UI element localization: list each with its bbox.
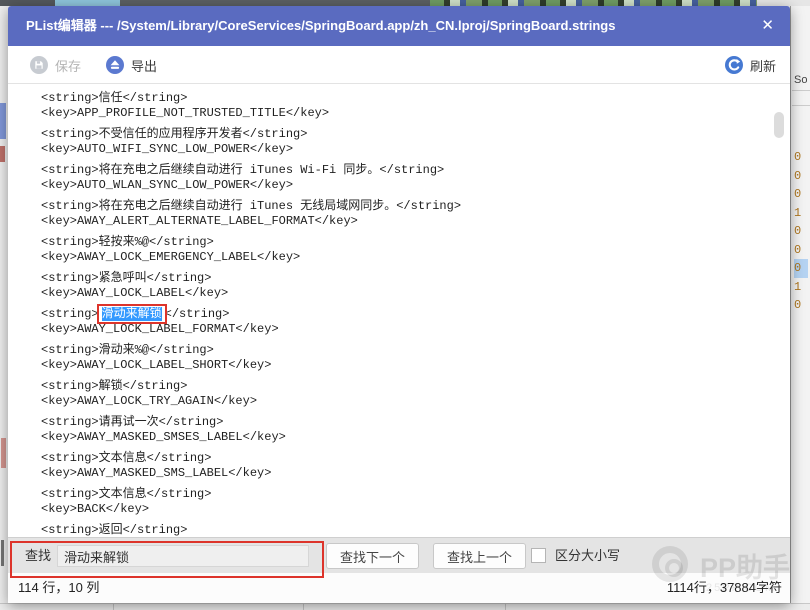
code-line: <string>滑动来%@</string> xyxy=(41,340,790,358)
case-sensitive-checkbox[interactable] xyxy=(531,548,546,563)
background-column-divider xyxy=(303,604,304,610)
code-line: <key>AWAY_ALERT_ALTERNATE_LABEL_FORMAT</… xyxy=(41,214,790,232)
code-line: <key>AWAY_MASKED_SMSES_LABEL</key> xyxy=(41,430,790,448)
save-label: 保存 xyxy=(55,56,81,75)
code-line: <key>AWAY_LOCK_LABEL_SHORT</key> xyxy=(41,358,790,376)
search-bar: 查找 查找下一个 查找上一个 区分大小写 xyxy=(8,537,790,573)
code-line: <key>AWAY_LOCK_LABEL</key> xyxy=(41,286,790,304)
code-line: <string>返回</string> xyxy=(41,520,790,537)
close-icon[interactable]: ✕ xyxy=(761,6,774,46)
code-line: <string>不受信任的应用程序开发者</string> xyxy=(41,124,790,142)
background-digit: 0 xyxy=(794,167,808,186)
export-button[interactable]: 导出 xyxy=(106,46,157,84)
background-window-fragment xyxy=(1,540,4,566)
refresh-button[interactable]: 刷新 xyxy=(725,46,776,84)
code-line: <key>AWAY_LOCK_EMERGENCY_LABEL</key> xyxy=(41,250,790,268)
background-digit: 0 xyxy=(794,148,808,167)
background-row-divider xyxy=(792,90,810,91)
code-area[interactable]: <string>信任</string><key>APP_PROFILE_NOT_… xyxy=(8,84,790,537)
background-digit: 0 xyxy=(794,296,808,315)
selected-match-text: 滑动来解锁 xyxy=(102,307,162,321)
code-line: <string>信任</string> xyxy=(41,88,790,106)
find-next-button[interactable]: 查找下一个 xyxy=(326,543,419,569)
background-window-fragment xyxy=(0,103,6,139)
code-line: <key>AUTO_WIFI_SYNC_LOW_POWER</key> xyxy=(41,142,790,160)
background-digit: 1 xyxy=(794,204,808,223)
cursor-position: 114 行，10 列 xyxy=(18,573,99,603)
code-line: <string>文本信息</string> xyxy=(41,484,790,502)
case-sensitive-label: 区分大小写 xyxy=(555,538,620,574)
code-line: <key>AUTO_WLAN_SYNC_LOW_POWER</key> xyxy=(41,178,790,196)
export-icon xyxy=(106,56,124,74)
background-window-fragment xyxy=(1,438,6,468)
code-line: <string>滑动来解锁</string> xyxy=(41,304,790,322)
background-bottom-strip xyxy=(0,603,810,610)
background-digit: 0 xyxy=(794,185,808,204)
find-prev-button[interactable]: 查找上一个 xyxy=(433,543,526,569)
background-digit: 0 xyxy=(794,259,808,278)
background-column-divider xyxy=(505,604,506,610)
save-button[interactable]: 保存 xyxy=(30,46,81,84)
code-line: <string>轻按来%@</string> xyxy=(41,232,790,250)
status-bar: 114 行，10 列 1114行，37884字符 xyxy=(8,573,790,603)
background-text-fragment: So xyxy=(794,74,807,86)
code-line: <string>请再试一次</string> xyxy=(41,412,790,430)
background-digit: 0 xyxy=(794,241,808,260)
background-right-panel: So 000100010 xyxy=(790,6,810,603)
match-annotation-box: 滑动来解锁 xyxy=(99,306,165,322)
plist-editor-dialog: PList编辑器 --- /System/Library/CoreService… xyxy=(8,6,790,603)
export-label: 导出 xyxy=(131,56,157,75)
find-label: 查找 xyxy=(25,538,51,574)
background-column-divider xyxy=(113,604,114,610)
code-line: <key>AWAY_MASKED_SMS_LABEL</key> xyxy=(41,466,790,484)
code-line: <key>BACK</key> xyxy=(41,502,790,520)
dialog-title: PList编辑器 --- /System/Library/CoreService… xyxy=(26,6,615,46)
dialog-titlebar[interactable]: PList编辑器 --- /System/Library/CoreService… xyxy=(8,6,790,46)
code-line: <key>APP_PROFILE_NOT_TRUSTED_TITLE</key> xyxy=(41,106,790,124)
code-line: <string>解锁</string> xyxy=(41,376,790,394)
scrollbar-thumb[interactable] xyxy=(774,112,784,138)
screenshot-canvas: So 000100010 PList编辑器 --- /System/Librar… xyxy=(0,0,810,610)
background-digit-column: 000100010 xyxy=(794,148,808,315)
background-digit: 1 xyxy=(794,278,808,297)
save-icon xyxy=(30,56,48,74)
code-line: <string>将在充电之后继续自动进行 iTunes 无线局域网同步。</st… xyxy=(41,196,790,214)
code-line: <string>将在充电之后继续自动进行 iTunes Wi-Fi 同步。</s… xyxy=(41,160,790,178)
document-stats: 1114行，37884字符 xyxy=(667,573,782,603)
code-line: <key>AWAY_LOCK_LABEL_FORMAT</key> xyxy=(41,322,790,340)
background-digit: 0 xyxy=(794,222,808,241)
search-input[interactable] xyxy=(57,545,309,567)
background-window-fragment xyxy=(0,146,5,162)
toolbar: 保存 导出 刷新 xyxy=(8,46,790,84)
code-line: <key>AWAY_LOCK_TRY_AGAIN</key> xyxy=(41,394,790,412)
refresh-label: 刷新 xyxy=(750,56,776,75)
code-line: <string>紧急呼叫</string> xyxy=(41,268,790,286)
code-line: <string>文本信息</string> xyxy=(41,448,790,466)
refresh-icon xyxy=(725,56,743,74)
background-row-divider xyxy=(792,105,810,106)
